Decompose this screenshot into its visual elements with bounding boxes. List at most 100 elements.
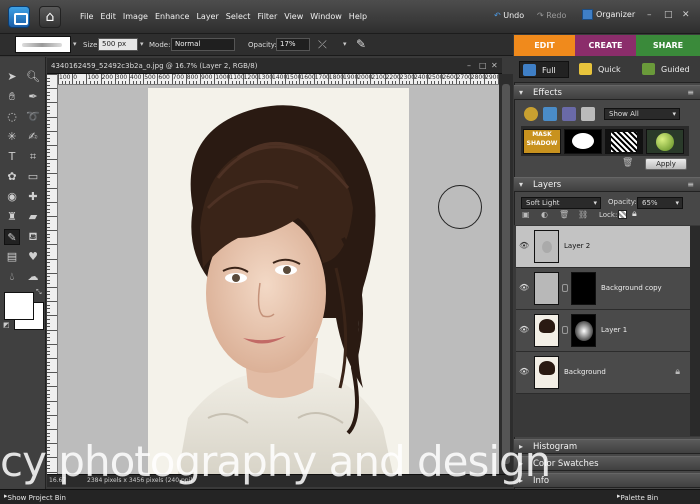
menu-window[interactable]: Window: [310, 12, 342, 21]
brush-settings-icon[interactable]: ✎: [356, 37, 366, 51]
default-colors-icon[interactable]: ◩: [3, 321, 10, 329]
lock-transparency-icon[interactable]: [618, 210, 627, 219]
photo-effects-icon[interactable]: [562, 107, 576, 121]
menu-view[interactable]: View: [284, 12, 303, 21]
paint-bucket-tool-icon[interactable]: ⛾: [25, 229, 41, 245]
quick-selection-tool-icon[interactable]: ✍: [25, 129, 41, 145]
effects-panel-header[interactable]: Effects ≡: [514, 85, 700, 100]
eyedropper-tool-icon[interactable]: ✒: [25, 89, 41, 105]
link-layer-icon[interactable]: ⛓︎: [578, 210, 588, 219]
lasso-tool-icon[interactable]: ➰: [25, 109, 41, 125]
doc-maximize-button[interactable]: □: [479, 61, 487, 70]
doc-close-button[interactable]: ✕: [491, 61, 498, 70]
effect-thumb-3[interactable]: [605, 129, 643, 154]
portrait-photo[interactable]: [148, 88, 409, 474]
zoom-readout[interactable]: 16.67: [49, 477, 66, 484]
lock-all-icon[interactable]: 🔒︎: [632, 209, 637, 219]
straighten-tool-icon[interactable]: ▭: [25, 169, 41, 185]
crop-tool-icon[interactable]: ⌗: [25, 149, 41, 165]
effect-thumb-mask-shadow[interactable]: MASK SHADOW: [523, 129, 561, 154]
view-guided-button[interactable]: Guided: [639, 61, 699, 78]
effects-menu-icon[interactable]: ≡: [687, 86, 694, 100]
visibility-eye-icon[interactable]: 👁︎: [519, 241, 529, 251]
effect-thumb-2[interactable]: [564, 129, 602, 154]
sponge-tool-icon[interactable]: ☁: [25, 269, 41, 285]
mask-link-icon[interactable]: [562, 284, 568, 292]
red-eye-tool-icon[interactable]: ◉: [4, 189, 20, 205]
menu-filter[interactable]: Filter: [257, 12, 277, 21]
color-swatches-panel-header[interactable]: Color Swatches: [514, 456, 700, 471]
all-effects-icon[interactable]: [581, 107, 595, 121]
new-layer-icon[interactable]: ▣: [522, 210, 530, 219]
menu-layer[interactable]: Layer: [196, 12, 218, 21]
delete-layer-icon[interactable]: 🗑︎: [559, 210, 569, 219]
foreground-color-swatch[interactable]: [4, 292, 34, 320]
eraser-tool-icon[interactable]: ▰: [25, 209, 41, 225]
layer-row[interactable]: 👁︎ Layer 2: [516, 226, 690, 268]
menu-enhance[interactable]: Enhance: [155, 12, 190, 21]
menu-file[interactable]: File: [80, 12, 93, 21]
brush-tool-icon[interactable]: ✎: [4, 229, 20, 245]
show-project-bin-button[interactable]: ▸ Show Project Bin: [4, 492, 66, 502]
maximize-button[interactable]: □: [664, 10, 673, 20]
visibility-eye-icon[interactable]: 👁︎: [519, 283, 529, 293]
doc-minimize-button[interactable]: –: [467, 61, 471, 70]
effects-filter-select[interactable]: Show All: [604, 108, 680, 120]
tab-create[interactable]: CREATE: [575, 35, 636, 56]
visibility-eye-icon[interactable]: 👁︎: [519, 325, 529, 335]
gradient-tool-icon[interactable]: ▤: [4, 249, 20, 265]
layer-name[interactable]: Background copy: [601, 284, 662, 292]
document-vertical-scrollbar[interactable]: [499, 74, 513, 474]
view-full-button[interactable]: Full: [519, 61, 569, 78]
tab-edit[interactable]: EDIT: [514, 35, 575, 56]
menu-edit[interactable]: Edit: [100, 12, 116, 21]
swap-colors-icon[interactable]: ⤡: [36, 288, 42, 297]
layers-menu-icon[interactable]: ≡: [687, 178, 694, 192]
histogram-panel-header[interactable]: Histogram: [514, 439, 700, 454]
brush-preset-picker[interactable]: [15, 36, 71, 53]
minimize-button[interactable]: –: [647, 10, 652, 20]
layer-styles-icon[interactable]: [543, 107, 557, 121]
menu-select[interactable]: Select: [226, 12, 251, 21]
effect-thumb-4[interactable]: [646, 129, 684, 154]
organizer-button[interactable]: Organizer: [582, 9, 635, 20]
home-icon[interactable]: ⌂: [39, 6, 61, 28]
marquee-tool-icon[interactable]: ◌: [4, 109, 20, 125]
menu-image[interactable]: Image: [123, 12, 148, 21]
healing-brush-tool-icon[interactable]: ✚: [25, 189, 41, 205]
trash-icon[interactable]: 🗑︎: [622, 158, 633, 168]
cookie-cutter-tool-icon[interactable]: ✿: [4, 169, 20, 185]
clone-stamp-tool-icon[interactable]: ♜: [4, 209, 20, 225]
mode-select[interactable]: Normal: [171, 38, 235, 51]
layer-row[interactable]: 👁︎ Background 🔒︎: [516, 352, 690, 394]
filters-icon[interactable]: [524, 107, 538, 121]
type-tool-icon[interactable]: T: [4, 149, 20, 165]
layers-scrollbar[interactable]: [690, 226, 700, 436]
layer-mask-thumbnail[interactable]: [571, 272, 596, 305]
palette-bin-button[interactable]: ▸ Palette Bin: [617, 492, 658, 502]
layer-name[interactable]: Layer 1: [601, 326, 627, 334]
layer-mask-thumbnail[interactable]: [571, 314, 596, 347]
tab-share[interactable]: SHARE: [636, 35, 700, 56]
blend-mode-select[interactable]: Soft Light: [521, 197, 601, 209]
layer-row[interactable]: 👁︎ Layer 1: [516, 310, 690, 352]
airbrush-icon[interactable]: ⤫: [318, 38, 327, 52]
adjustment-layer-icon[interactable]: ◐: [541, 210, 548, 219]
app-logo-icon[interactable]: [8, 6, 30, 28]
info-panel-header[interactable]: Info: [514, 473, 700, 488]
blur-tool-icon[interactable]: 💧︎: [4, 269, 20, 285]
layer-name[interactable]: Background: [564, 368, 606, 376]
hand-tool-icon[interactable]: ✋︎: [4, 89, 20, 105]
layer-opacity-field[interactable]: 65%: [637, 197, 683, 209]
visibility-eye-icon[interactable]: 👁︎: [519, 367, 529, 377]
move-tool-icon[interactable]: ➤: [4, 69, 20, 85]
shape-tool-icon[interactable]: ♥: [25, 249, 41, 265]
close-button[interactable]: ✕: [682, 10, 690, 20]
redo-button[interactable]: ↷ Redo: [537, 11, 566, 20]
layers-panel-header[interactable]: Layers ≡: [514, 177, 700, 192]
opacity-field[interactable]: 17%: [276, 38, 310, 51]
size-dropdown-icon[interactable]: ▾: [140, 40, 144, 48]
mask-link-icon[interactable]: [562, 326, 568, 334]
brush-dropdown-icon[interactable]: ▾: [73, 40, 77, 48]
size-field[interactable]: 500 px: [98, 38, 138, 51]
